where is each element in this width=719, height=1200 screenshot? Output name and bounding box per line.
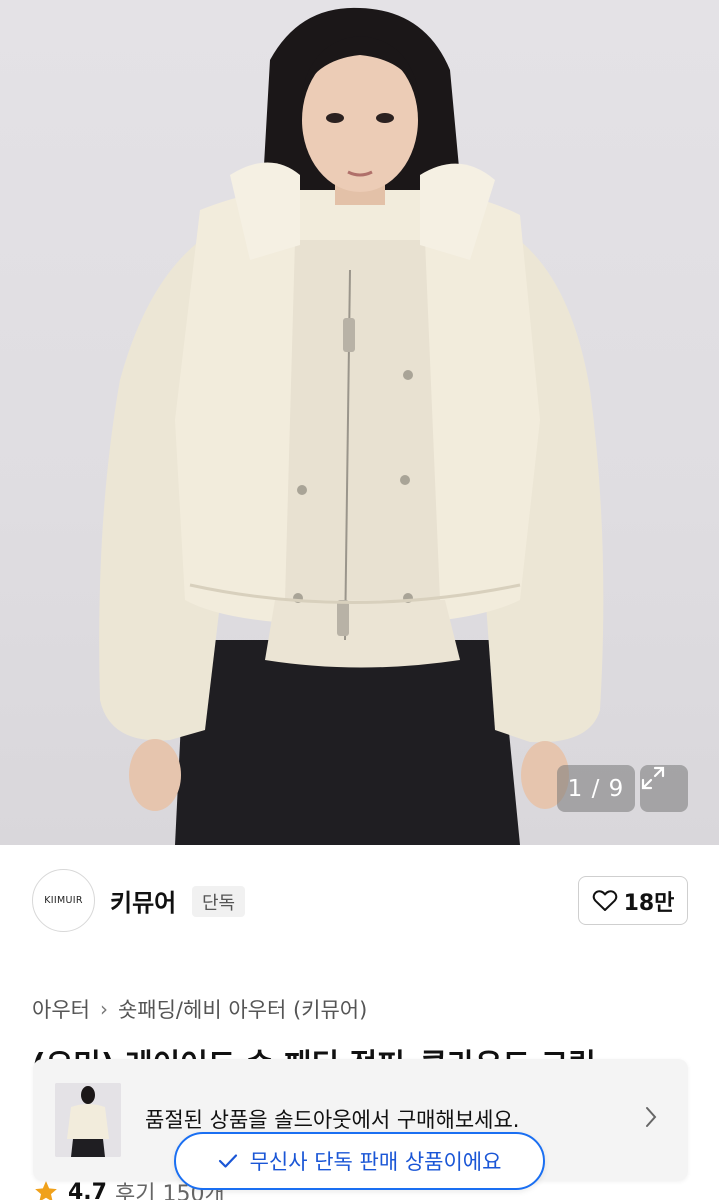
chevron-right-icon	[646, 1107, 657, 1127]
expand-button[interactable]	[640, 765, 688, 812]
product-photo	[99, 7, 604, 845]
breadcrumb-item-outer[interactable]: 아우터	[32, 994, 90, 1024]
check-icon	[218, 1154, 237, 1168]
heart-outline-icon	[592, 889, 617, 911]
brand-logo-text: KIIMUIR	[44, 895, 83, 906]
exclusive-notice-text: 무신사 단독 판매 상품이에요	[249, 1150, 502, 1174]
image-counter: 1 / 9	[557, 765, 635, 812]
product-image-gallery[interactable]: 1 / 9	[0, 0, 719, 845]
star-icon	[35, 1181, 57, 1200]
expand-icon	[641, 766, 665, 790]
exclusive-badge: 단독	[192, 886, 246, 917]
chevron-right-icon: ›	[99, 997, 108, 1021]
rating-value: 4.7	[68, 1179, 107, 1200]
breadcrumb-item-category[interactable]: 숏패딩/헤비 아우터 (키뮤어)	[118, 994, 367, 1024]
like-button[interactable]: 18만	[578, 876, 688, 925]
banner-product-thumbnail	[55, 1083, 121, 1157]
exclusive-notice-pill[interactable]: 무신사 단독 판매 상품이에요	[174, 1132, 545, 1190]
soldout-banner-text: 품절된 상품을 솔드아웃에서 구매해보세요.	[145, 1108, 520, 1132]
brand-logo[interactable]: KIIMUIR	[32, 869, 95, 932]
like-count: 18만	[623, 890, 675, 916]
breadcrumb: 아우터 › 숏패딩/헤비 아우터 (키뮤어)	[32, 994, 367, 1024]
brand-name[interactable]: 키뮤어	[110, 883, 176, 918]
